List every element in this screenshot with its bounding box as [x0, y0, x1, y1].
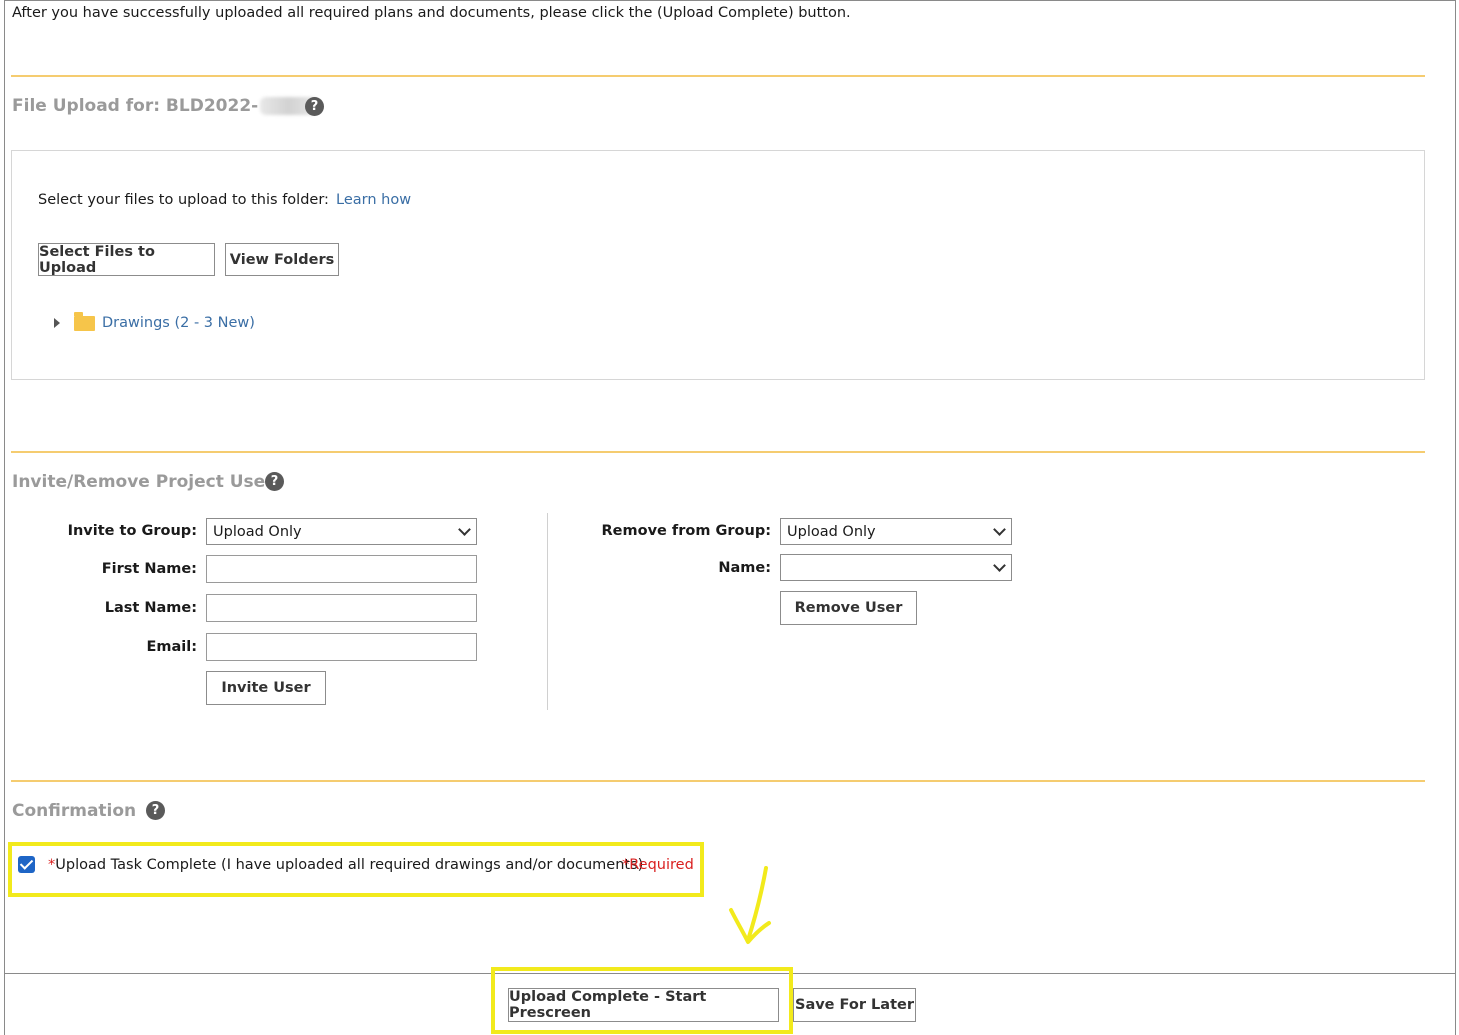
upload-complete-text: Upload Task Complete (I have uploaded al…	[55, 857, 644, 873]
file-upload-title: File Upload for: BLD2022-	[12, 96, 319, 116]
confirmation-title-text: Confirmation	[12, 801, 137, 821]
expand-caret-icon[interactable]	[54, 317, 60, 328]
arrow-annotation-icon	[729, 866, 771, 944]
confirmation-title: Confirmation	[12, 801, 136, 821]
last-name-input[interactable]	[206, 594, 477, 622]
upload-complete-label[interactable]: *Upload Task Complete (I have uploaded a…	[48, 857, 643, 873]
section-divider	[11, 780, 1425, 782]
section-divider	[11, 451, 1425, 453]
file-upload-title-text: File Upload for: BLD2022-	[12, 96, 259, 116]
chevron-down-icon	[993, 559, 1006, 572]
invite-group-label: Invite to Group:	[67, 523, 197, 539]
chevron-down-icon	[458, 523, 471, 536]
invite-user-button[interactable]: Invite User	[206, 671, 326, 705]
drawings-folder-link[interactable]: Drawings (2 - 3 New)	[102, 315, 255, 331]
upload-complete-button[interactable]: Upload Complete - Start Prescreen	[508, 988, 779, 1022]
section-divider	[11, 75, 1425, 77]
learn-how-link[interactable]: Learn how	[336, 192, 411, 208]
view-folders-button[interactable]: View Folders	[225, 243, 339, 276]
remove-group-select[interactable]: Upload Only	[780, 518, 1012, 545]
upload-complete-checkbox[interactable]	[18, 856, 35, 873]
select-files-button[interactable]: Select Files to Upload	[38, 243, 215, 276]
last-name-label: Last Name:	[104, 600, 197, 616]
required-indicator: *Required	[622, 857, 694, 873]
column-separator	[547, 513, 548, 710]
invite-group-select[interactable]: Upload Only	[206, 518, 477, 545]
name-label: Name:	[718, 560, 771, 576]
folder-tree-item[interactable]: Drawings (2 - 3 New)	[54, 312, 255, 331]
confirmation-help-icon[interactable]: ?	[146, 801, 165, 820]
invite-help-icon[interactable]: ?	[265, 472, 284, 491]
select-files-label: Select your files to upload to this fold…	[38, 192, 329, 208]
save-for-later-button[interactable]: Save For Later	[793, 988, 916, 1022]
upload-panel	[11, 150, 1425, 380]
first-name-label: First Name:	[101, 561, 197, 577]
name-select[interactable]	[780, 554, 1012, 581]
invite-group-value: Upload Only	[213, 523, 302, 540]
remove-user-button[interactable]: Remove User	[780, 591, 917, 625]
chevron-down-icon	[993, 523, 1006, 536]
first-name-input[interactable]	[206, 555, 477, 583]
email-label: Email:	[146, 639, 197, 655]
remove-group-value: Upload Only	[787, 523, 876, 540]
intro-text: After you have successfully uploaded all…	[12, 5, 851, 21]
invite-section-title: Invite/Remove Project User	[12, 472, 274, 492]
remove-group-label: Remove from Group:	[601, 523, 772, 539]
folder-icon	[74, 312, 95, 331]
email-input[interactable]	[206, 633, 477, 661]
file-upload-help-icon[interactable]: ?	[305, 97, 324, 116]
invite-section-title-text: Invite/Remove Project User	[12, 472, 274, 492]
